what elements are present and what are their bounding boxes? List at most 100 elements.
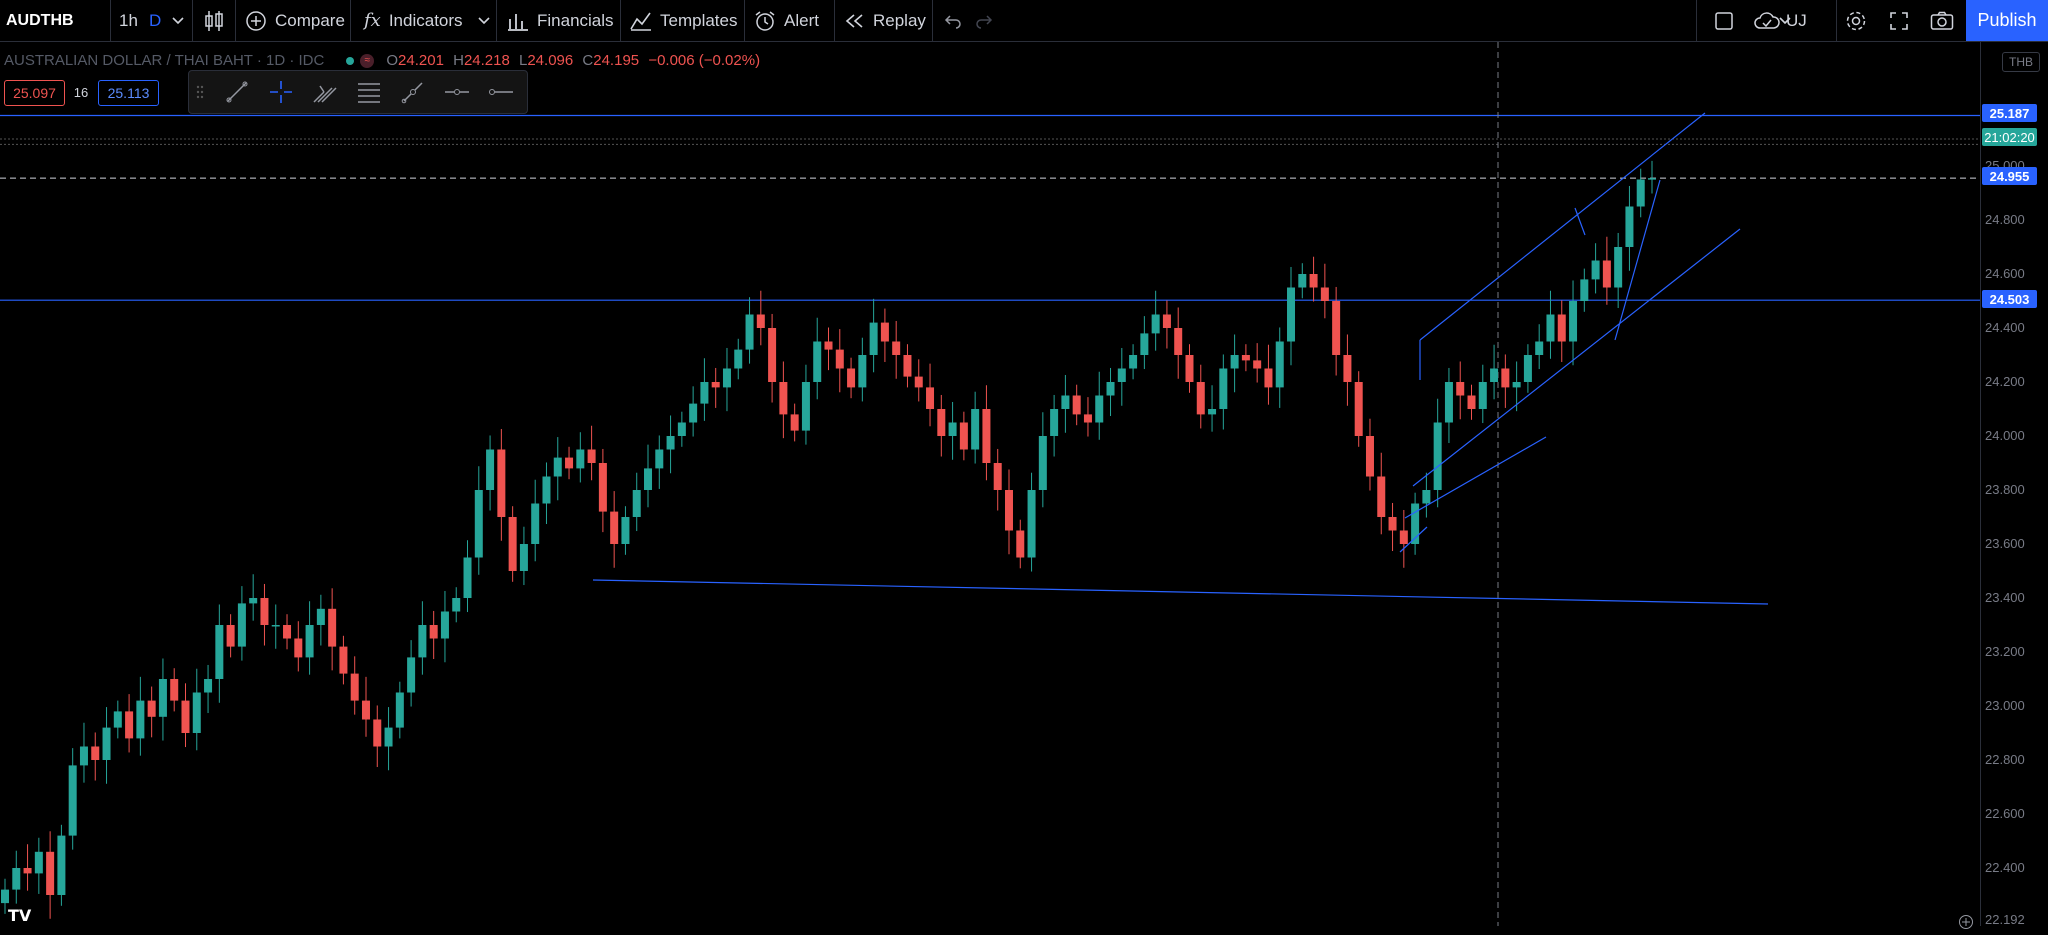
candle-body xyxy=(1614,247,1623,288)
price-axis-bottom-label: 22.192 xyxy=(1985,912,2025,927)
plus-circle-icon xyxy=(245,10,267,32)
candle-body xyxy=(1625,206,1634,247)
account-chevron-icon[interactable] xyxy=(1779,0,1791,41)
divider xyxy=(110,0,111,41)
price-axis-label: 22.800 xyxy=(1985,752,2025,767)
interval-dropdown-chevron-icon[interactable] xyxy=(172,0,184,41)
candle-body xyxy=(68,765,77,836)
camera-icon[interactable] xyxy=(1930,0,1954,41)
price-axis-label: 23.600 xyxy=(1985,536,2025,551)
candle-body xyxy=(982,409,991,463)
candle-body xyxy=(440,611,449,639)
buy-price-button[interactable]: 25.113 xyxy=(98,80,159,106)
candle-body xyxy=(136,700,145,739)
candle-body xyxy=(23,868,32,874)
candle-body xyxy=(655,449,664,469)
candle-body xyxy=(1219,368,1228,409)
candle-body xyxy=(328,608,337,647)
countdown-tag: 21:02:20 xyxy=(1982,128,2037,146)
candle-body xyxy=(1004,490,1013,531)
candle-body xyxy=(768,328,777,382)
zoom-plus-icon[interactable] xyxy=(1958,914,1974,935)
candle-body xyxy=(711,382,720,388)
candle-body xyxy=(531,503,540,544)
price-chart[interactable] xyxy=(0,42,2048,926)
candle-body xyxy=(937,409,946,436)
candle-body xyxy=(1083,414,1092,423)
divider xyxy=(350,0,351,41)
candle-body xyxy=(249,598,258,604)
candle-body xyxy=(283,625,292,639)
drawing-toolbar[interactable] xyxy=(188,70,528,114)
layout-square-icon[interactable] xyxy=(1714,0,1734,41)
candle-body xyxy=(813,341,822,382)
price-axis-label: 23.400 xyxy=(1985,590,2025,605)
candle-body xyxy=(1253,360,1262,369)
currency-button[interactable]: THB xyxy=(2002,52,2040,72)
price-axis-label: 23.200 xyxy=(1985,644,2025,659)
candle-body xyxy=(113,711,122,728)
horizontal-ray-icon[interactable] xyxy=(439,77,475,107)
candle-body xyxy=(429,625,438,639)
templates-button[interactable]: Templates xyxy=(630,0,737,41)
horizontal-line-icon[interactable] xyxy=(483,77,519,107)
alert-button[interactable]: Alert xyxy=(754,0,819,41)
candle-body xyxy=(1106,382,1115,396)
trend-line-icon[interactable] xyxy=(219,77,255,107)
symbol-search[interactable]: AUDTHB xyxy=(6,0,74,41)
candle-body xyxy=(858,355,867,388)
financials-button[interactable]: Financials xyxy=(507,0,614,41)
candle-body xyxy=(835,349,844,369)
pitchfork-icon[interactable] xyxy=(307,77,343,107)
candle-body xyxy=(1027,490,1036,558)
replay-label: Replay xyxy=(873,10,926,30)
replay-button[interactable]: Replay xyxy=(845,0,926,41)
candle-body xyxy=(1546,314,1555,342)
interval-button[interactable]: 1h xyxy=(119,0,138,41)
candle-body xyxy=(91,746,100,760)
sell-price-button[interactable]: 25.097 xyxy=(4,80,65,106)
candle-body xyxy=(1648,178,1656,180)
crosshair-icon[interactable] xyxy=(263,77,299,107)
price-axis-label: 24.200 xyxy=(1985,374,2025,389)
gear-icon[interactable] xyxy=(1844,0,1868,41)
candle-body xyxy=(1174,328,1183,355)
price-axis-label: 23.800 xyxy=(1985,482,2025,497)
redo-icon[interactable] xyxy=(975,0,993,41)
candle-body xyxy=(1095,395,1104,423)
indicators-label: Indicators xyxy=(388,10,463,30)
fullscreen-icon[interactable] xyxy=(1889,0,1909,41)
status-dots: ≈ xyxy=(346,53,375,68)
interval-d-button[interactable]: D xyxy=(149,0,161,41)
candle-body xyxy=(1433,422,1442,490)
indicators-button[interactable]: fx Indicators xyxy=(364,0,463,41)
candle-body xyxy=(1275,341,1284,388)
fib-retracement-icon[interactable] xyxy=(351,77,387,107)
candle-body xyxy=(497,449,506,517)
drag-handle-icon[interactable] xyxy=(191,77,209,107)
brush-path-icon[interactable] xyxy=(395,77,431,107)
price-axis-label: 24.400 xyxy=(1985,320,2025,335)
candle-body xyxy=(1569,301,1578,342)
candle-body xyxy=(519,544,528,571)
undo-icon[interactable] xyxy=(944,0,962,41)
candles-icon[interactable] xyxy=(203,0,225,41)
candle-body xyxy=(1185,355,1194,382)
top-line-price-tag: 25.187 xyxy=(1982,104,2037,122)
candle-body xyxy=(192,692,201,733)
candle-body xyxy=(46,851,55,895)
candle-body xyxy=(1377,476,1386,517)
compare-button[interactable]: Compare xyxy=(245,0,345,41)
candle-body xyxy=(1038,436,1047,490)
candle-body xyxy=(779,382,788,415)
open-value: 24.201 xyxy=(398,52,444,69)
financials-label: Financials xyxy=(537,10,614,30)
candle-body xyxy=(1467,395,1476,409)
candle-body xyxy=(339,646,348,674)
candle-body xyxy=(294,638,303,658)
candle-body xyxy=(1354,382,1363,436)
candle-body xyxy=(1208,409,1217,415)
publish-button[interactable]: Publish xyxy=(1966,0,2048,41)
divider xyxy=(620,0,621,41)
indicators-chevron-icon[interactable] xyxy=(478,0,490,41)
